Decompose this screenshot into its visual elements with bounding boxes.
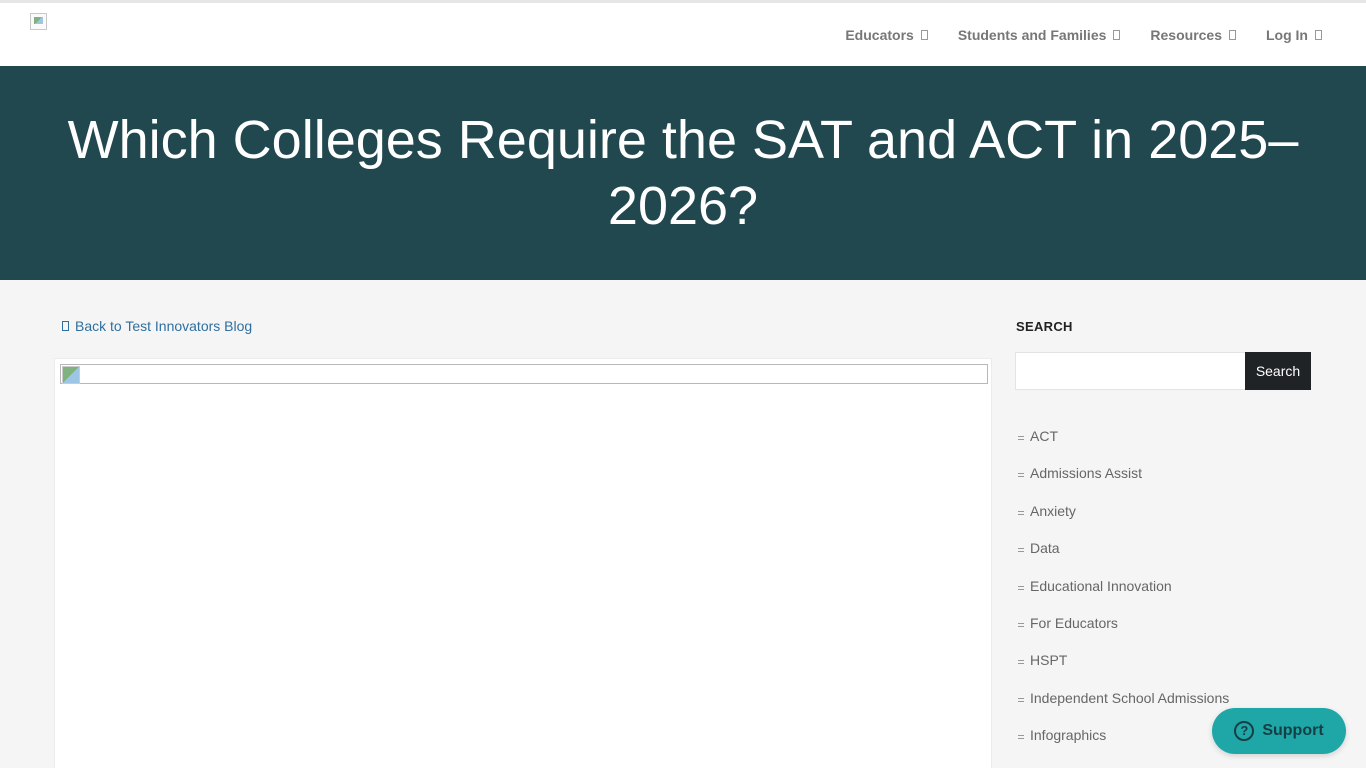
category-label: Anxiety bbox=[1030, 502, 1076, 519]
nav-item-label: Log In bbox=[1266, 27, 1308, 43]
main-nav: Educators Students and Families Resource… bbox=[845, 27, 1322, 43]
bullet-icon bbox=[1018, 436, 1024, 440]
support-button[interactable]: ? Support bbox=[1212, 708, 1346, 754]
category-item-data[interactable]: Data bbox=[1018, 540, 1229, 577]
page-title: Which Colleges Require the SAT and ACT i… bbox=[67, 110, 1299, 236]
nav-item-resources[interactable]: Resources bbox=[1150, 27, 1236, 43]
hero-banner: Which Colleges Require the SAT and ACT i… bbox=[0, 66, 1366, 280]
nav-item-label: Resources bbox=[1150, 27, 1222, 43]
category-label: Admissions Assist bbox=[1030, 465, 1143, 482]
category-label: ACT bbox=[1030, 428, 1058, 444]
support-label: Support bbox=[1262, 722, 1324, 739]
bullet-icon bbox=[1018, 622, 1024, 627]
chevron-down-icon bbox=[1113, 30, 1121, 40]
bullet-icon bbox=[1018, 735, 1024, 740]
question-icon: ? bbox=[1234, 721, 1255, 741]
bullet-icon bbox=[1018, 473, 1024, 478]
nav-item-log-in[interactable]: Log In bbox=[1266, 27, 1322, 43]
site-logo[interactable] bbox=[30, 13, 47, 30]
search-input[interactable] bbox=[1015, 352, 1246, 390]
back-to-blog-link[interactable]: Back to Test Innovators Blog bbox=[62, 318, 252, 334]
article-featured-image bbox=[60, 364, 988, 384]
category-label: For Educators bbox=[1030, 614, 1118, 631]
category-label: Infographics bbox=[1030, 727, 1107, 744]
bullet-icon bbox=[1018, 585, 1024, 590]
back-link-label: Back to Test Innovators Blog bbox=[75, 318, 253, 334]
bullet-icon bbox=[1018, 697, 1024, 702]
category-item-infographics[interactable]: Infographics bbox=[1018, 727, 1229, 764]
nav-item-label: Students and Families bbox=[957, 27, 1107, 43]
bullet-icon bbox=[1018, 660, 1024, 665]
category-label: HSPT bbox=[1030, 652, 1068, 669]
article-card bbox=[54, 358, 992, 768]
category-label: Independent School Admissions bbox=[1030, 689, 1230, 706]
category-item-act[interactable]: ACT bbox=[1018, 428, 1229, 465]
category-item-educational-innovation[interactable]: Educational Innovation bbox=[1018, 578, 1229, 615]
chevron-down-icon bbox=[1229, 30, 1236, 40]
nav-item-label: Educators bbox=[845, 27, 914, 43]
chevron-down-icon bbox=[920, 30, 928, 40]
category-item-admissions-assist[interactable]: Admissions Assist bbox=[1018, 465, 1229, 502]
category-item-independent-school-admissions[interactable]: Independent School Admissions bbox=[1018, 690, 1229, 727]
bullet-icon bbox=[1018, 510, 1024, 515]
chevron-down-icon bbox=[1315, 30, 1322, 40]
site-header: Educators Students and Families Resource… bbox=[0, 0, 1366, 66]
category-label: Data bbox=[1030, 540, 1060, 557]
category-item-hspt[interactable]: HSPT bbox=[1018, 652, 1229, 689]
search-heading: SEARCH bbox=[1016, 319, 1073, 334]
bullet-icon bbox=[1018, 548, 1024, 553]
category-item-for-educators[interactable]: For Educators bbox=[1018, 615, 1229, 652]
search-button[interactable]: Search bbox=[1245, 352, 1311, 390]
chevron-left-icon bbox=[62, 321, 69, 331]
nav-item-educators[interactable]: Educators bbox=[845, 27, 928, 43]
category-item-anxiety[interactable]: Anxiety bbox=[1018, 503, 1229, 540]
category-label: Educational Innovation bbox=[1030, 577, 1172, 594]
category-list: ACT Admissions Assist Anxiety Data Educa… bbox=[1018, 428, 1229, 765]
nav-item-students-and-families[interactable]: Students and Families bbox=[958, 27, 1121, 43]
